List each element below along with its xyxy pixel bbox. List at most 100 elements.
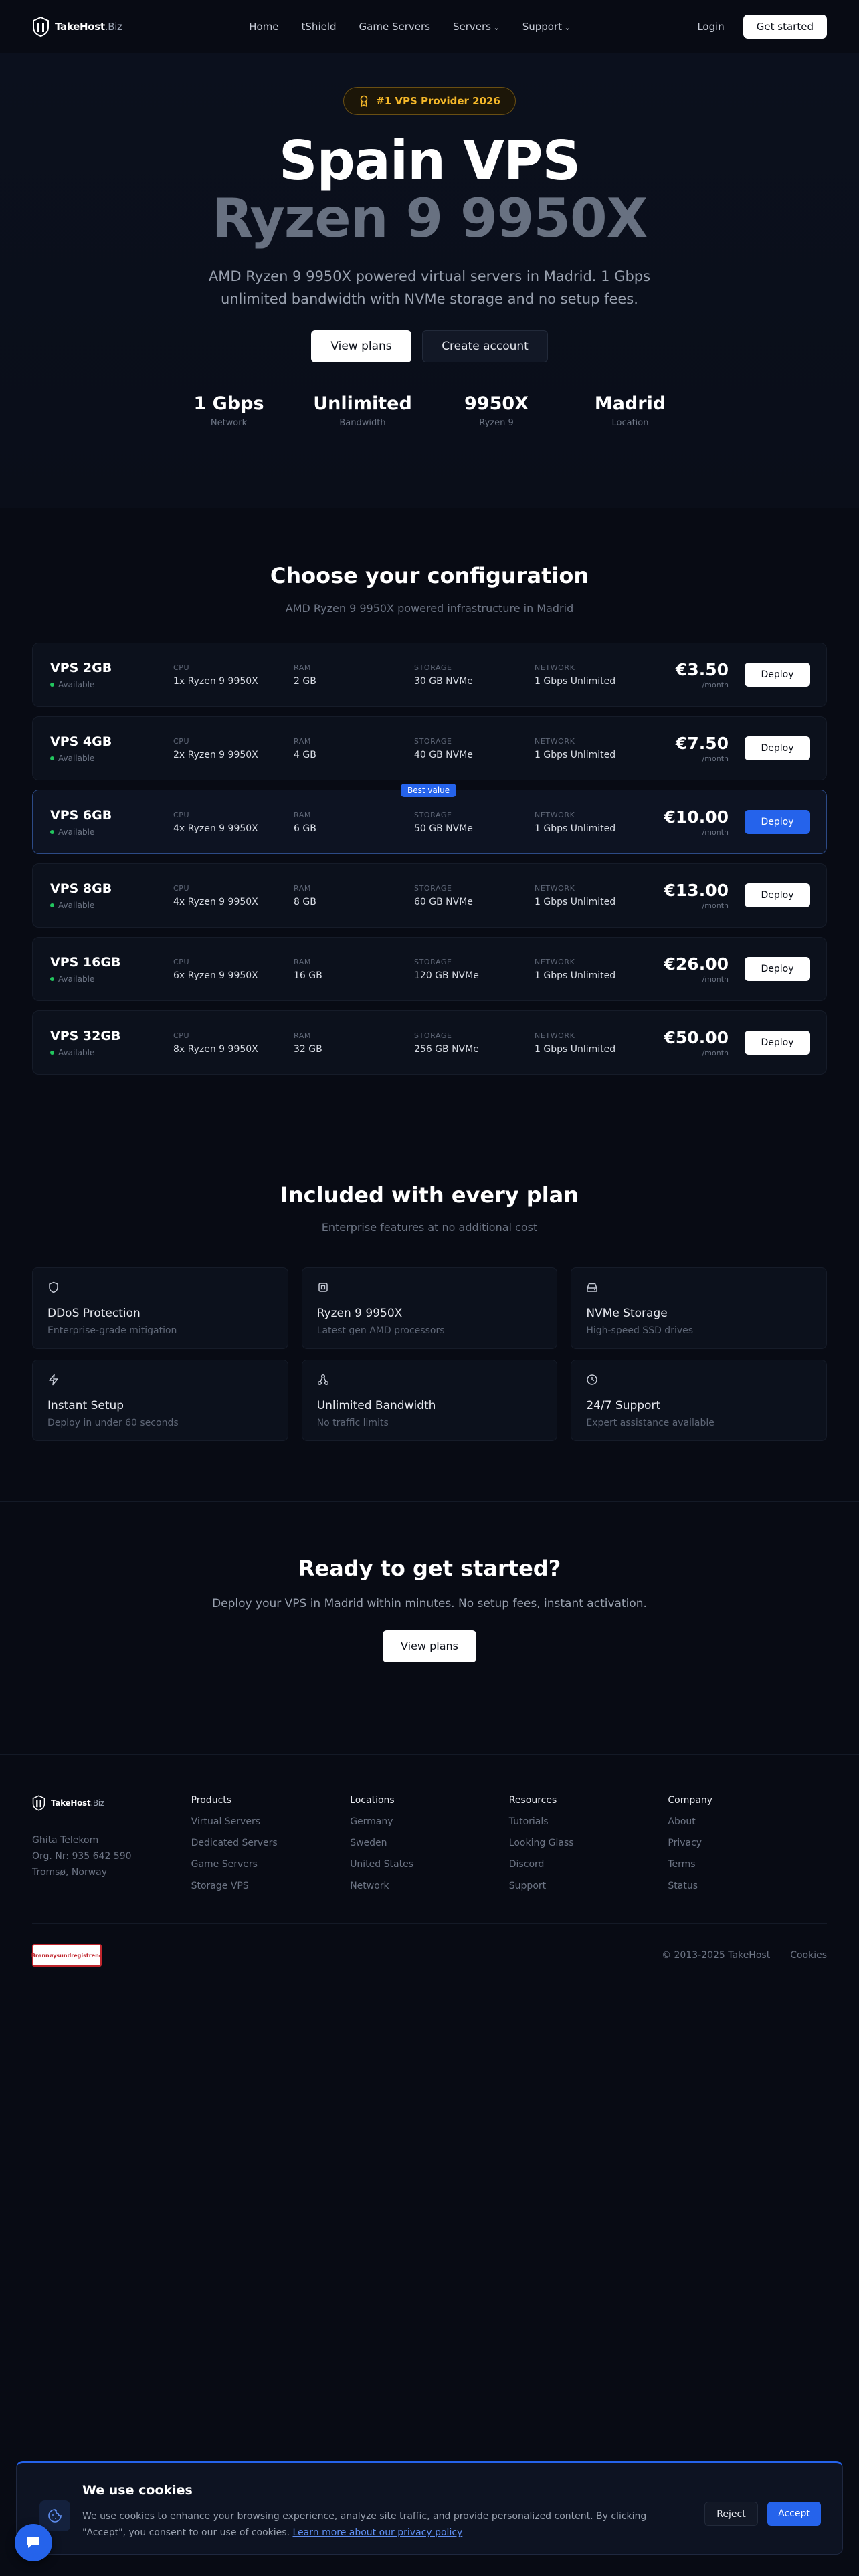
footer-link[interactable]: Game Servers [191, 1859, 351, 1870]
spec-label: CPU [173, 883, 190, 893]
chat-widget-button[interactable] [15, 2524, 52, 2561]
top-nav: TakeHost.Biz Home tShield Game Servers S… [0, 0, 859, 53]
footer-link[interactable]: Germany [350, 1816, 509, 1827]
footer-col-title: Resources [508, 1795, 557, 1806]
feature-desc: High-speed SSD drives [586, 1325, 694, 1336]
spec-storage: STORAGE 40 GB NVMe [414, 737, 535, 760]
logo-name: TakeHost [51, 1798, 91, 1808]
stat-item: Unlimited Bandwidth [296, 393, 430, 428]
spec-label: STORAGE [414, 957, 452, 966]
logo-icon [32, 1795, 45, 1811]
deploy-button[interactable]: Deploy [745, 810, 810, 834]
cookies-link[interactable]: Cookies [790, 1950, 827, 1961]
price-period: /month [702, 975, 729, 984]
price-period: /month [702, 1049, 729, 1057]
spec-label: STORAGE [414, 810, 452, 819]
availability-label: Available [58, 827, 95, 837]
footer-logo[interactable]: TakeHost.Biz [32, 1795, 191, 1811]
spec-value: 50 GB NVMe [414, 823, 473, 834]
privacy-policy-link[interactable]: Learn more about our privacy policy [292, 2527, 462, 2538]
spec-cpu: CPU 2x Ryzen 9 9950X [173, 737, 294, 760]
create-account-button[interactable]: Create account [422, 330, 548, 362]
feature-card: Unlimited Bandwidth No traffic limits [301, 1360, 558, 1441]
spec-value: 1x Ryzen 9 9950X [173, 675, 258, 687]
deploy-button[interactable]: Deploy [745, 957, 810, 981]
footer-link[interactable]: Terms [668, 1859, 827, 1870]
site-logo[interactable]: TakeHost.Biz [32, 16, 122, 37]
nav-link-tshield[interactable]: tShield [302, 21, 337, 33]
price-period: /month [702, 681, 729, 689]
footer-col-title: Company [668, 1795, 712, 1806]
nav-link-support[interactable]: Support [522, 21, 571, 33]
footer-link[interactable]: Support [509, 1881, 668, 1891]
hero-subtitle: AMD Ryzen 9 9950X powered virtual server… [208, 268, 651, 307]
stat-value: 9950X [464, 393, 529, 414]
view-plans-button[interactable]: View plans [311, 330, 411, 362]
footer-col-resources: Resources Tutorials Looking Glass Discor… [509, 1795, 668, 1891]
footer-link[interactable]: United States [350, 1859, 509, 1870]
spec-storage: STORAGE 30 GB NVMe [414, 663, 535, 687]
cta-view-plans-button[interactable]: View plans [383, 1630, 476, 1662]
availability-status: Available [50, 974, 173, 984]
nav-link-servers[interactable]: Servers [453, 21, 500, 33]
bolt-icon [49, 1374, 58, 1386]
stat-item: Madrid Location [563, 393, 697, 428]
spec-network: NETWORK 1 Gbps Unlimited [535, 1031, 655, 1055]
plan-list: VPS 2GB Available CPU 1x Ryzen 9 9950X RAM 2 … [32, 643, 827, 1075]
spec-value: 4x Ryzen 9 9950X [173, 896, 258, 907]
spec-label: RAM [294, 736, 312, 746]
reject-button[interactable]: Reject [704, 2502, 758, 2526]
footer-link[interactable]: Status [668, 1881, 827, 1891]
spec-value: 16 GB [294, 970, 322, 981]
deploy-button[interactable]: Deploy [745, 883, 810, 907]
spec-value: 6 GB [294, 823, 316, 834]
login-link[interactable]: Login [697, 21, 724, 33]
deploy-button[interactable]: Deploy [745, 1031, 810, 1055]
footer-col-company: Company About Privacy Terms Status [668, 1795, 827, 1891]
footer-link[interactable]: Virtual Servers [191, 1816, 351, 1827]
footer-col-locations: Locations Germany Sweden United States N… [350, 1795, 509, 1891]
spec-value: 4 GB [294, 749, 316, 760]
logo-name: TakeHost [55, 20, 105, 33]
deploy-button[interactable]: Deploy [745, 663, 810, 687]
footer-link[interactable]: Sweden [350, 1838, 509, 1848]
nav-link-home[interactable]: Home [249, 21, 278, 33]
spec-network: NETWORK 1 Gbps Unlimited [535, 884, 655, 907]
availability-status: Available [50, 901, 173, 910]
availability-status: Available [50, 827, 173, 837]
cpu-icon [318, 1283, 328, 1292]
footer-link[interactable]: About [668, 1816, 827, 1827]
footer-link[interactable]: Network [350, 1881, 509, 1891]
footer-link[interactable]: Discord [509, 1859, 668, 1870]
accept-button[interactable]: Accept [767, 2502, 821, 2526]
footer-link[interactable]: Looking Glass [509, 1838, 668, 1848]
spec-value: 1 Gbps Unlimited [535, 970, 616, 981]
deploy-button[interactable]: Deploy [745, 736, 810, 760]
footer-link[interactable]: Dedicated Servers [191, 1838, 351, 1848]
footer-link[interactable]: Storage VPS [191, 1881, 351, 1891]
feature-title: Ryzen 9 9950X [316, 1307, 403, 1320]
spec-value: 2 GB [294, 675, 316, 687]
footer-link[interactable]: Tutorials [509, 1816, 668, 1827]
footer-link[interactable]: Privacy [668, 1838, 827, 1848]
plan-row: VPS 16GB Available CPU 6x Ryzen 9 9950X RAM 1… [32, 937, 827, 1001]
plan-name: VPS 32GB [50, 1028, 121, 1043]
chat-icon [27, 2537, 39, 2548]
feature-card: Instant Setup Deploy in under 60 seconds [32, 1360, 288, 1441]
feature-title: NVMe Storage [586, 1307, 668, 1320]
price-value: €7.50 [675, 734, 729, 753]
spec-label: CPU [173, 736, 190, 746]
feature-desc: No traffic limits [316, 1418, 389, 1428]
stat-label: Network [210, 418, 248, 428]
status-dot-icon [50, 756, 54, 760]
cta-subtitle: Deploy your VPS in Madrid within minutes… [212, 1597, 647, 1610]
badge-text: #1 VPS Provider 2026 [376, 95, 500, 107]
availability-status: Available [50, 680, 173, 689]
feature-card: 24/7 Support Expert assistance available [571, 1360, 827, 1441]
spec-value: 4x Ryzen 9 9950X [173, 823, 258, 834]
status-dot-icon [50, 682, 54, 687]
drive-icon [587, 1283, 598, 1292]
nav-link-game-servers[interactable]: Game Servers [359, 21, 430, 33]
registry-badge[interactable]: Brønnøysundregistrene [31, 1944, 102, 1967]
get-started-button[interactable]: Get started [743, 14, 827, 39]
